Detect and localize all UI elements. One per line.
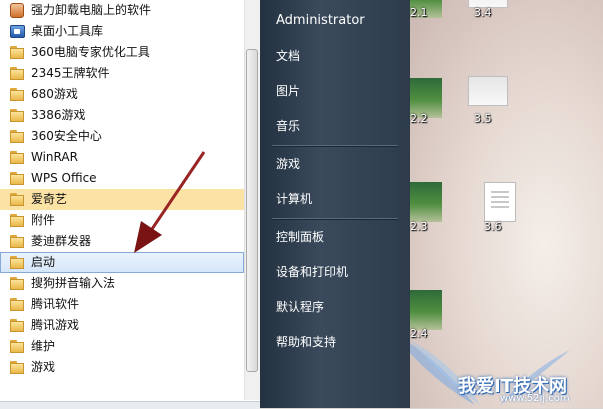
program-item-label: 附件	[31, 213, 56, 227]
desktop-image-label: 2.1	[410, 6, 428, 19]
menu-separator	[272, 218, 398, 220]
folder-icon	[10, 214, 26, 227]
desktop-image-label: 2.4	[410, 327, 428, 340]
folder-icon	[10, 361, 26, 374]
desktop-image-thumbnail[interactable]	[484, 182, 516, 222]
start-menu-link[interactable]: 帮助和支持	[260, 327, 410, 357]
desktop-image-label: 2.3	[410, 220, 428, 233]
program-item-label: 搜狗拼音输入法	[31, 276, 116, 290]
program-item[interactable]: 腾讯游戏	[0, 315, 244, 336]
program-item-label: 腾讯游戏	[31, 318, 80, 332]
program-item[interactable]: 菱迪群发器	[0, 231, 244, 252]
menu-separator	[272, 145, 398, 147]
watermark-url: www.52ij.com	[500, 393, 570, 404]
folder-icon	[10, 319, 26, 332]
program-item[interactable]: 强力卸载电脑上的软件	[0, 0, 244, 21]
program-item-label: WinRAR	[31, 150, 78, 164]
program-item-label: 强力卸载电脑上的软件	[31, 3, 152, 17]
start-menu-right-column: Administrator 文档图片音乐游戏计算机控制面板设备和打印机 默认程序帮助…	[260, 0, 410, 408]
desktop-image-thumbnail[interactable]	[410, 290, 442, 330]
folder-icon	[10, 88, 26, 101]
program-item-label: 3386游戏	[31, 108, 86, 122]
program-item-label: 2345王牌软件	[31, 66, 110, 80]
program-item-label: 桌面小工具库	[31, 24, 104, 38]
program-item-label: 爱奇艺	[31, 192, 68, 206]
folder-icon	[10, 130, 26, 143]
start-menu-link[interactable]: 控制面板	[260, 222, 410, 252]
folder-icon	[10, 298, 26, 311]
program-item[interactable]: WinRAR	[0, 147, 244, 168]
program-item[interactable]: 爱奇艺	[0, 189, 244, 210]
program-item[interactable]: WPS Office	[0, 168, 244, 189]
program-item[interactable]: 360电脑专家优化工具	[0, 42, 244, 63]
start-menu-link[interactable]: 音乐	[260, 111, 410, 141]
desktop-image-thumbnail[interactable]	[410, 182, 442, 222]
folder-icon	[10, 193, 26, 206]
program-item[interactable]: 360安全中心	[0, 126, 244, 147]
program-item[interactable]: 维护	[0, 336, 244, 357]
program-item-label: 680游戏	[31, 87, 78, 101]
program-list-scrollbar[interactable]	[244, 0, 260, 400]
program-item[interactable]: 680游戏	[0, 84, 244, 105]
folder-icon	[10, 256, 26, 269]
all-programs-panel: 强力卸载电脑上的软件 桌面小工具库 360电脑专家优化工具 2345王牌软件 680游戏…	[0, 0, 261, 409]
program-item-label: 腾讯软件	[31, 297, 80, 311]
gadgets-app-icon	[10, 25, 26, 38]
desktop-area: 2.1 3.4 2.2 3.5 2.3 3.6 2.4 我爱IT技术网 www.52ij.com	[410, 0, 603, 408]
start-menu-link[interactable]: Administrator	[260, 6, 410, 36]
program-item-label: 游戏	[31, 360, 56, 374]
desktop-image-label: 3.6	[484, 220, 502, 233]
start-menu-link[interactable]: 图片	[260, 76, 410, 106]
program-item-label: WPS Office	[31, 171, 97, 185]
folder-icon	[10, 109, 26, 122]
start-menu-link[interactable]: 设备和打印机	[260, 257, 410, 287]
folder-icon	[10, 340, 26, 353]
program-item-label: 360电脑专家优化工具	[31, 45, 150, 59]
folder-icon	[10, 151, 26, 164]
desktop-image-label: 3.5	[474, 112, 492, 125]
desktop-image-label: 3.4	[474, 6, 492, 19]
uninstall-app-icon	[10, 3, 26, 18]
program-item[interactable]: 游戏	[0, 357, 244, 378]
start-menu-link[interactable]: 文档	[260, 41, 410, 71]
program-item-label: 360安全中心	[31, 129, 102, 143]
folder-icon	[10, 67, 26, 80]
program-item[interactable]: 桌面小工具库	[0, 21, 244, 42]
folder-icon	[10, 46, 26, 59]
scrollbar-thumb[interactable]	[246, 49, 258, 372]
start-menu-link[interactable]: 计算机	[260, 184, 410, 214]
program-list: 强力卸载电脑上的软件 桌面小工具库 360电脑专家优化工具 2345王牌软件 680游戏…	[0, 0, 244, 400]
program-item[interactable]: 搜狗拼音输入法	[0, 273, 244, 294]
desktop-image-label: 2.2	[410, 112, 428, 125]
program-item[interactable]: 腾讯软件	[0, 294, 244, 315]
program-item[interactable]: 2345王牌软件	[0, 63, 244, 84]
program-item-label: 菱迪群发器	[31, 234, 92, 248]
program-item[interactable]: 3386游戏	[0, 105, 244, 126]
folder-icon	[10, 172, 26, 185]
folder-icon	[10, 235, 26, 248]
folder-icon	[10, 277, 26, 290]
start-menu-link[interactable]: 游戏	[260, 149, 410, 179]
start-menu-link[interactable]: 默认程序	[260, 292, 410, 322]
program-item[interactable]: 附件	[0, 210, 244, 231]
program-item-label: 维护	[31, 339, 56, 353]
desktop-image-thumbnail[interactable]	[468, 76, 508, 106]
program-item-label: 启动	[31, 255, 56, 269]
program-item[interactable]: 启动	[0, 252, 244, 273]
